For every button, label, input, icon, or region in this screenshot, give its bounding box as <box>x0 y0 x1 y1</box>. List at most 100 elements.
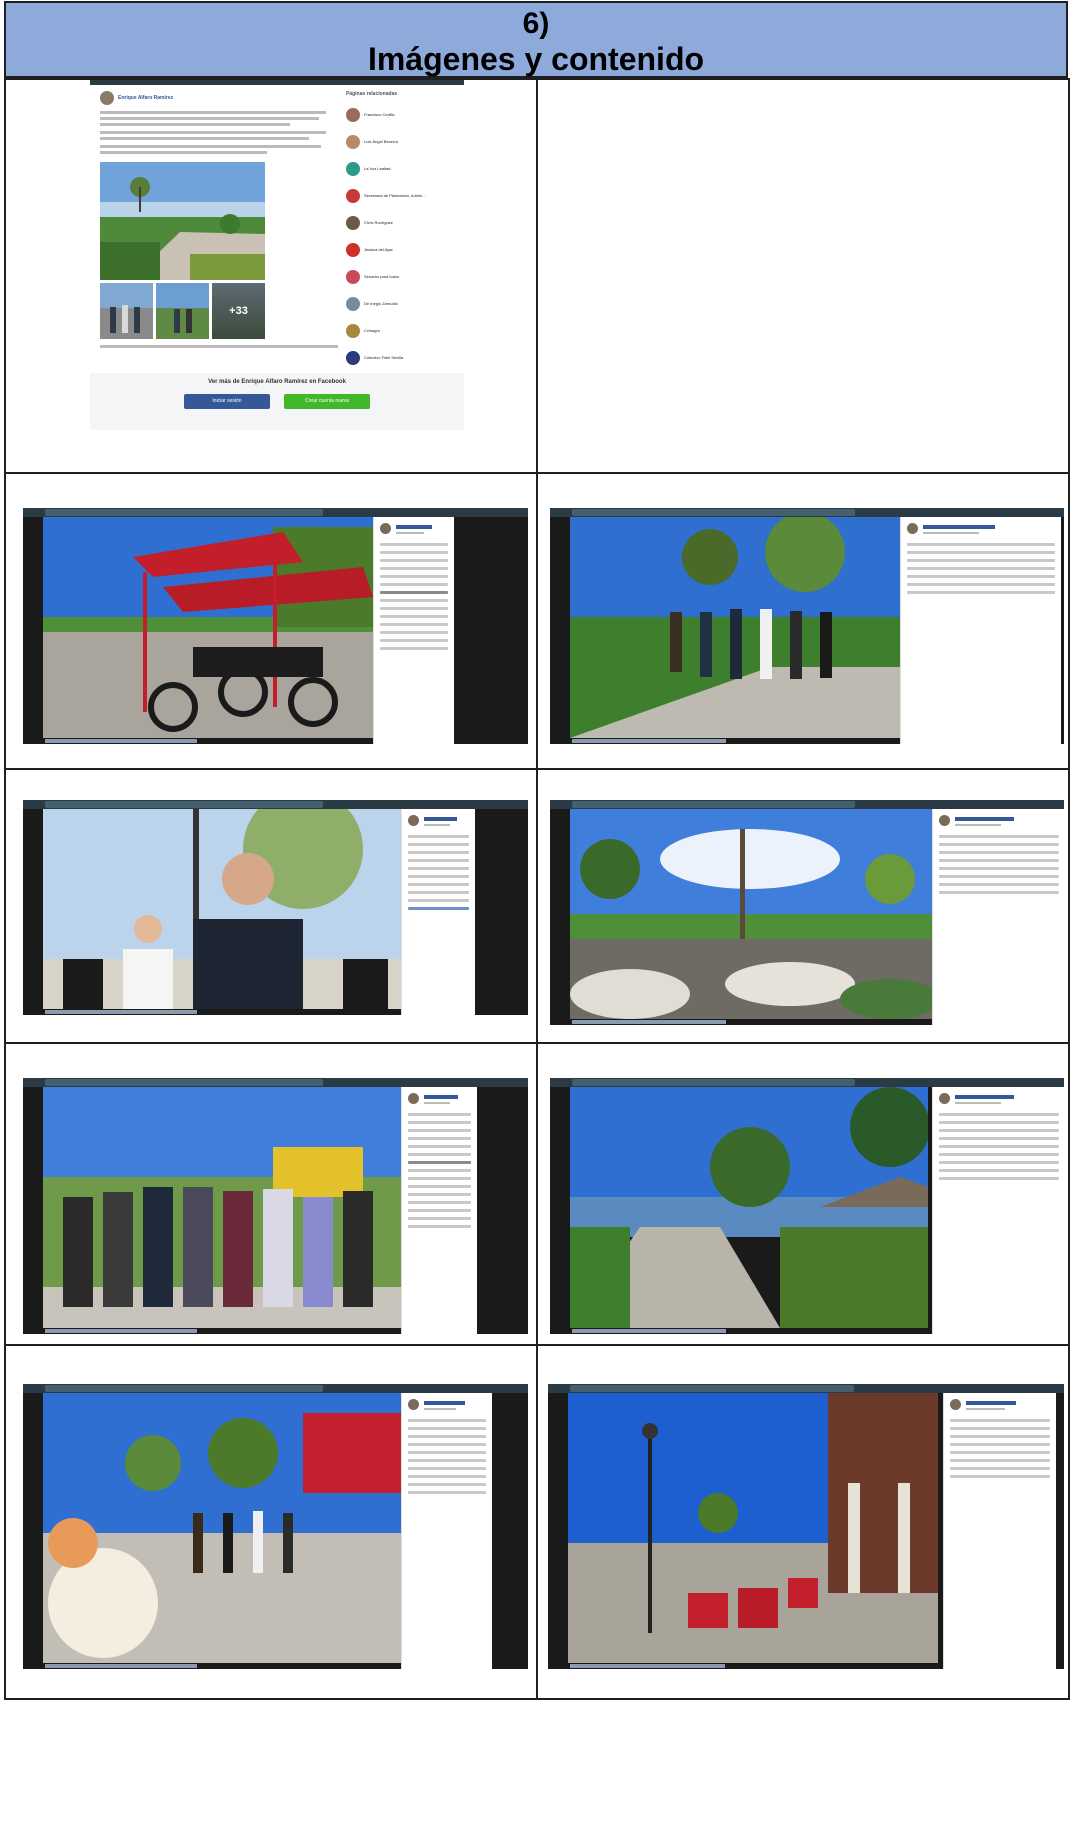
suggested-page-item[interactable]: Colectivo Fidel Sevilla <box>346 344 456 371</box>
garden-tree-photo[interactable] <box>570 809 932 1019</box>
suggested-page-item[interactable]: La Voz Lealtad <box>346 155 456 182</box>
suggested-page-item[interactable]: Francisco Cedillo <box>346 101 456 128</box>
photo-caption <box>45 1664 197 1668</box>
thumbnail-photo[interactable] <box>100 283 153 339</box>
browser-bar <box>23 1078 528 1087</box>
photo-caption <box>570 1664 725 1668</box>
walking-group-photo[interactable] <box>570 517 900 738</box>
speech-photo[interactable] <box>43 809 401 1009</box>
suggested-page-name: Senador para todos <box>364 274 400 279</box>
walking-group-illustration <box>570 517 900 738</box>
suggested-page-item[interactable]: Secretaría de Planeación, Admin... <box>346 182 456 209</box>
login-button[interactable]: Iniciar sesión <box>184 394 270 409</box>
flowers-walk-illustration <box>43 1393 401 1663</box>
post-author[interactable]: Enrique Alfaro Ramírez <box>118 95 173 101</box>
cafe-terrace-illustration <box>568 1393 938 1663</box>
suggested-page-name: Secretaría de Planeación, Admin... <box>364 193 426 198</box>
post-side-panel <box>932 1087 1064 1334</box>
thumbnail-photo[interactable] <box>156 283 209 339</box>
photo-viewer-screenshot <box>550 1078 1064 1334</box>
photo-viewer-screenshot <box>550 508 1064 744</box>
facebook-post-screenshot: Enrique Alfaro Ramírez +33 Páginas relac… <box>90 81 464 430</box>
browser-bar <box>23 508 528 517</box>
section-title: Imágenes y contenido <box>367 41 705 77</box>
more-from-label: Ver más de Enrique Alfaro Ramírez en Fac… <box>208 379 346 385</box>
browser-bar <box>548 1384 1064 1393</box>
browser-bar <box>550 508 1064 517</box>
pedal-carts-photo[interactable] <box>43 517 373 738</box>
suggested-page-name: Francisco Cedillo <box>364 112 395 117</box>
photo-caption <box>572 1020 727 1024</box>
post-main-photo[interactable] <box>100 162 265 280</box>
suggested-page-name: Cvinagro <box>364 328 381 333</box>
suggested-page-item[interactable]: De Inegio Zamudio <box>346 290 456 317</box>
cell-photo-flowers-walk <box>4 1344 538 1700</box>
suggested-page-name: Luis Ángel Becerra <box>364 139 398 144</box>
garden-photo-illustration <box>100 162 265 280</box>
flowers-walk-photo[interactable] <box>43 1393 401 1663</box>
speech-illustration <box>43 809 401 1009</box>
photo-viewer-screenshot <box>23 800 528 1015</box>
suggested-page-item[interactable]: Cvinagro <box>346 317 456 344</box>
images-table: Enrique Alfaro Ramírez +33 Páginas relac… <box>4 78 1070 1700</box>
browser-bar <box>550 800 1064 809</box>
lake-path-illustration <box>570 1087 928 1328</box>
garden-tree-illustration <box>570 809 932 1019</box>
cell-photo-lake-path <box>536 1042 1070 1346</box>
browser-bar <box>23 1384 528 1393</box>
cell-photo-group-crowd <box>4 1042 538 1346</box>
suggested-page-name: La Voz Lealtad <box>364 166 391 171</box>
post-side-panel <box>932 809 1064 1025</box>
photo-caption <box>45 1329 197 1333</box>
suggested-page-name: Colectivo Fidel Sevilla <box>364 355 404 360</box>
suggested-page-item[interactable]: Chris Rodríguez <box>346 209 456 236</box>
group-crowd-photo[interactable] <box>43 1087 401 1328</box>
post-side-panel <box>401 1087 477 1334</box>
photo-viewer-screenshot <box>550 800 1064 1025</box>
photo-viewer-screenshot <box>23 1384 528 1669</box>
pedal-carts-illustration <box>43 517 373 738</box>
post-side-panel <box>943 1393 1056 1669</box>
suggested-page-item[interactable]: Luis Ángel Becerra <box>346 128 456 155</box>
cell-photo-cafe-terrace <box>536 1344 1070 1700</box>
document-page: 6) Imágenes y contenido Enrique Alfaro R… <box>0 0 1071 1848</box>
post-side-panel <box>900 517 1061 744</box>
more-photos-count: +33 <box>229 305 248 317</box>
post-side-panel <box>401 809 475 1015</box>
photo-viewer-screenshot <box>23 1078 528 1334</box>
section-number: 6) <box>522 7 550 40</box>
photo-caption <box>572 1329 727 1333</box>
section-header: 6) Imágenes y contenido <box>4 1 1068 78</box>
cafe-terrace-photo[interactable] <box>568 1393 938 1663</box>
suggested-page-name: Chris Rodríguez <box>364 220 393 225</box>
browser-bar <box>23 800 528 809</box>
lake-path-photo[interactable] <box>570 1087 928 1328</box>
author-avatar <box>100 91 114 105</box>
photo-viewer-screenshot <box>23 508 528 744</box>
post-side-panel <box>373 517 454 744</box>
post-thumbnails: +33 <box>100 283 338 339</box>
suggested-page-item[interactable]: Jessica del Ayar <box>346 236 456 263</box>
photo-viewer-screenshot <box>548 1384 1064 1669</box>
cell-empty <box>536 78 1070 474</box>
cell-photo-speech <box>4 768 538 1044</box>
group-crowd-illustration <box>43 1087 401 1328</box>
login-prompt: Ver más de Enrique Alfaro Ramírez en Fac… <box>90 373 464 430</box>
suggested-pages-heading: Páginas relacionadas <box>346 91 398 97</box>
cell-facebook-post: Enrique Alfaro Ramírez +33 Páginas relac… <box>4 78 538 474</box>
post-column: Enrique Alfaro Ramírez +33 <box>100 91 338 348</box>
photo-caption <box>45 739 197 743</box>
photo-caption <box>572 739 727 743</box>
suggested-page-name: Jessica del Ayar <box>364 247 393 252</box>
suggested-page-name: De Inegio Zamudio <box>364 301 398 306</box>
cell-photo-walking-group <box>536 472 1070 770</box>
photo-caption <box>45 1010 197 1014</box>
post-side-panel <box>401 1393 492 1669</box>
suggested-page-item[interactable]: Senador para todos <box>346 263 456 290</box>
cell-photo-garden-tree <box>536 768 1070 1044</box>
browser-bar <box>550 1078 1064 1087</box>
suggested-pages: Páginas relacionadas Francisco Cedillo L… <box>346 91 456 371</box>
cell-photo-pedal-carts <box>4 472 538 770</box>
signup-button[interactable]: Crear cuenta nueva <box>284 394 370 409</box>
thumbnail-more-photos[interactable]: +33 <box>212 283 265 339</box>
